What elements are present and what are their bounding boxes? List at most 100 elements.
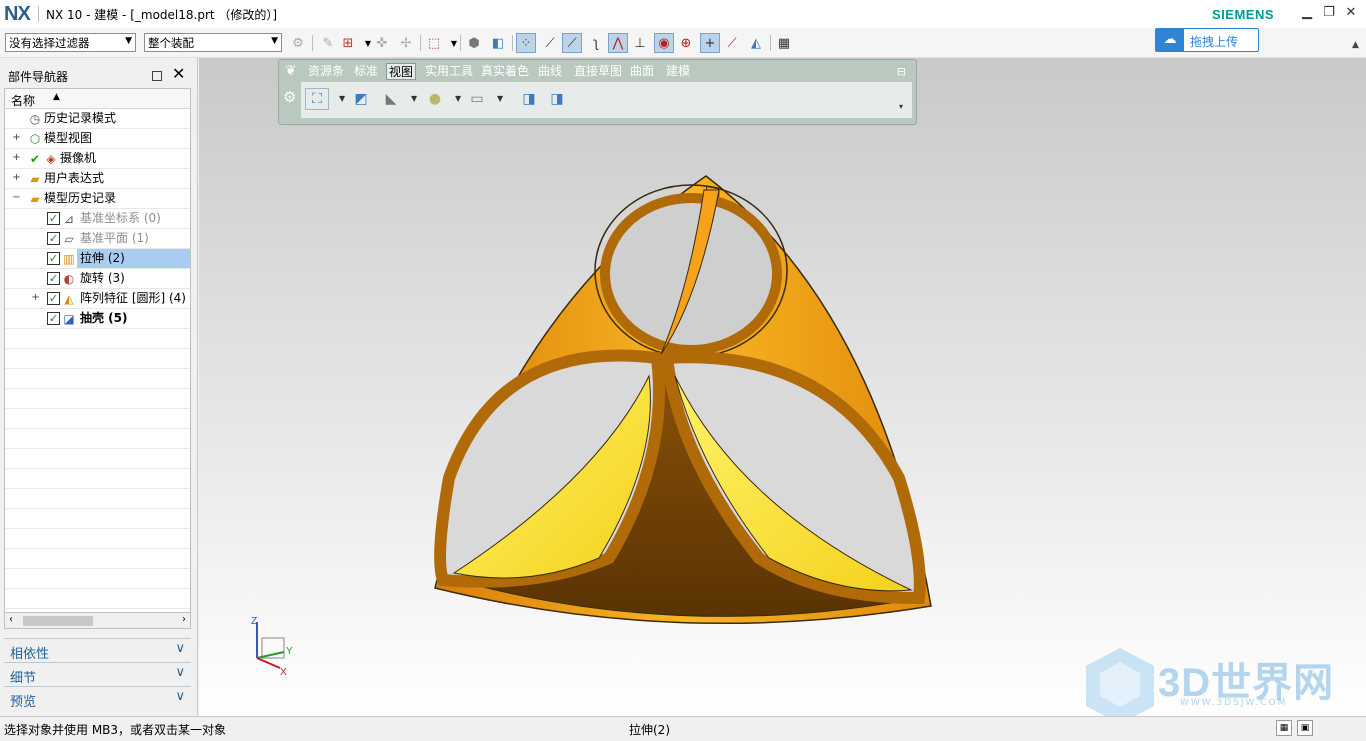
expand-icon[interactable]: + — [31, 293, 40, 303]
tab-true-shading[interactable]: 真实着色 — [479, 63, 531, 80]
maximize-icon[interactable] — [152, 71, 162, 81]
mid-point-icon[interactable]: ⟋ — [562, 33, 582, 53]
scroll-thumb[interactable] — [23, 616, 93, 626]
point-on-face-icon[interactable]: ◭ — [746, 33, 766, 53]
expand-icon[interactable]: + — [12, 173, 21, 183]
part-navigator: 部件导航器 ✕ 名称 ▲ ◷ 历史记录模式 + ⬡ 模型视图 + ✔ ◈ 摄像机… — [0, 58, 198, 716]
selection-filter-select[interactable]: 没有选择过滤器 ▼ — [5, 33, 136, 52]
title-divider — [38, 6, 39, 22]
extrude-icon: ▥ — [63, 252, 75, 266]
tree-item-label: 基准坐标系 (0) — [80, 211, 161, 225]
show-hide-icon[interactable]: ⬢ — [464, 33, 484, 53]
visibility-checkbox[interactable]: ✓ — [47, 292, 60, 305]
collapse-icon[interactable]: − — [12, 193, 21, 203]
toolbar-divider — [312, 35, 313, 51]
background-icon[interactable]: ▭ — [465, 88, 489, 110]
tree-row[interactable]: ◷ 历史记录模式 — [5, 109, 190, 129]
visibility-checkbox[interactable]: ✓ — [47, 312, 60, 325]
tree-row[interactable]: ✓ ◐ 旋转 (3) — [5, 269, 190, 289]
end-point-icon[interactable]: ⟋ — [540, 33, 560, 53]
expand-icon[interactable]: + — [12, 133, 21, 143]
tab-curve[interactable]: 曲线 — [536, 63, 564, 80]
selection-scope-select[interactable]: 整个装配 ▼ — [144, 33, 282, 52]
tab-modeling[interactable]: 建模 — [664, 63, 692, 80]
column-header[interactable]: 名称 ▲ — [5, 89, 190, 109]
tree-row[interactable]: − ▰ 模型历史记录 — [5, 189, 190, 209]
status-window-icon[interactable]: ▣ — [1297, 720, 1313, 736]
preview-section[interactable]: 预览 ∨ — [4, 686, 191, 710]
clip-section-icon[interactable]: ◨ — [517, 88, 541, 110]
tree-row[interactable]: ✓ ▥ 拉伸 (2) — [5, 249, 190, 269]
deselect-icon[interactable]: ✢ — [396, 33, 416, 53]
status-filter-icon[interactable]: ▦ — [1276, 720, 1292, 736]
select-feature-icon[interactable]: ⊞ — [338, 33, 358, 53]
snap-enable-icon[interactable]: ⁘ — [516, 33, 536, 53]
tab-resource-bar[interactable]: 资源条 — [306, 63, 346, 80]
visibility-checkbox[interactable]: ✓ — [47, 252, 60, 265]
coordinate-triad: Z Y X — [251, 616, 293, 678]
tree-row[interactable]: ✓ ◪ 抽壳 (5) — [5, 309, 190, 329]
chevron-down-icon[interactable]: ▼ — [497, 94, 503, 103]
control-point-icon[interactable]: ʅ — [586, 33, 606, 53]
select-all-icon[interactable]: ✜ — [372, 33, 392, 53]
type-filter-icon[interactable]: ✎ — [318, 33, 338, 53]
tree-row[interactable]: ✓ ▱ 基准平面 (1) — [5, 229, 190, 249]
close-button[interactable]: ✕ — [1340, 4, 1362, 22]
layer-icon[interactable]: ▦ — [774, 33, 794, 53]
tree-row[interactable]: ✓ ⊿ 基准坐标系 (0) — [5, 209, 190, 229]
arc-center-icon[interactable]: ⊥ — [630, 33, 650, 53]
rectangle-select-icon[interactable]: ⬚ — [424, 33, 444, 53]
chevron-up-icon[interactable]: ▲ — [1352, 40, 1359, 50]
status-selection: 拉伸(2) — [629, 723, 670, 737]
expand-icon[interactable]: + — [12, 153, 21, 163]
tab-surface[interactable]: 曲面 — [628, 63, 656, 80]
window-title: NX 10 - 建模 - [_model18.prt （修改的）] — [46, 8, 278, 22]
fit-view-icon[interactable]: ⛶ — [305, 88, 329, 110]
horizontal-scrollbar[interactable]: ‹ › — [4, 612, 191, 629]
edit-section-icon[interactable]: ◨ — [545, 88, 569, 110]
solid-body-icon[interactable]: ◧ — [488, 33, 508, 53]
existing-point-icon[interactable]: + — [700, 33, 720, 53]
dependencies-section[interactable]: 相依性 ∨ — [4, 638, 191, 662]
scroll-left-icon[interactable]: ‹ — [9, 614, 13, 625]
chevron-down-icon[interactable]: ▼ — [339, 94, 345, 103]
visibility-checkbox[interactable]: ✓ — [47, 212, 60, 225]
quadrant-point-icon[interactable]: ⊕ — [676, 33, 696, 53]
upload-button[interactable]: ☁ 拖拽上传 — [1155, 28, 1259, 52]
chevron-down-icon[interactable]: ▼ — [444, 33, 464, 53]
cube-logo-icon — [1086, 648, 1154, 724]
tab-standard[interactable]: 标准 — [352, 63, 380, 80]
shaded-sphere-icon[interactable]: ● — [423, 88, 447, 110]
tree-row[interactable]: + ⬡ 模型视图 — [5, 129, 190, 149]
tree-item-label: 摄像机 — [60, 151, 97, 165]
chevron-down-icon[interactable]: ▾ — [899, 102, 903, 111]
scroll-right-icon[interactable]: › — [182, 614, 186, 625]
tree-row[interactable]: + ✔ ◈ 摄像机 — [5, 149, 190, 169]
feature-tree: 名称 ▲ ◷ 历史记录模式 + ⬡ 模型视图 + ✔ ◈ 摄像机 + ▰ 用户表… — [4, 88, 191, 628]
ribbon-options-icon[interactable]: ⊟ — [897, 65, 906, 78]
circle-center-icon[interactable]: ◉ — [654, 33, 674, 53]
restore-button[interactable]: ❐ — [1318, 4, 1340, 22]
graphics-window[interactable]: Z Y X — [199, 58, 1366, 716]
intersection-point-icon[interactable]: ⋀ — [608, 33, 628, 53]
assembly-filter-icon[interactable]: ⚙ — [288, 33, 308, 53]
tree-item-label: 旋转 (3) — [80, 271, 125, 285]
render-style-icon[interactable]: ◣ — [379, 88, 403, 110]
visibility-checkbox[interactable]: ✓ — [47, 272, 60, 285]
tab-utilities[interactable]: 实用工具 — [423, 63, 475, 80]
chevron-down-icon[interactable]: ▼ — [455, 94, 461, 103]
visibility-checkbox[interactable]: ✓ — [47, 232, 60, 245]
point-on-curve-icon[interactable]: ⟋ — [722, 33, 742, 53]
tab-view[interactable]: 视图 — [386, 63, 417, 80]
close-icon[interactable]: ✕ — [172, 64, 185, 83]
tab-direct-sketch[interactable]: 直接草图 — [572, 63, 624, 80]
empty-row — [5, 369, 190, 389]
gear-icon[interactable]: ⚙ — [283, 88, 296, 106]
cloud-icon: ☁ — [1156, 29, 1184, 51]
chevron-down-icon[interactable]: ▼ — [411, 94, 417, 103]
details-section[interactable]: 细节 ∨ — [4, 662, 191, 686]
tree-row[interactable]: + ▰ 用户表达式 — [5, 169, 190, 189]
orient-view-icon[interactable]: ◩ — [349, 88, 373, 110]
minimize-button[interactable]: ▁ — [1296, 4, 1318, 22]
tree-row[interactable]: + ✓ ◭ 阵列特征 [圆形] (4) — [5, 289, 190, 309]
